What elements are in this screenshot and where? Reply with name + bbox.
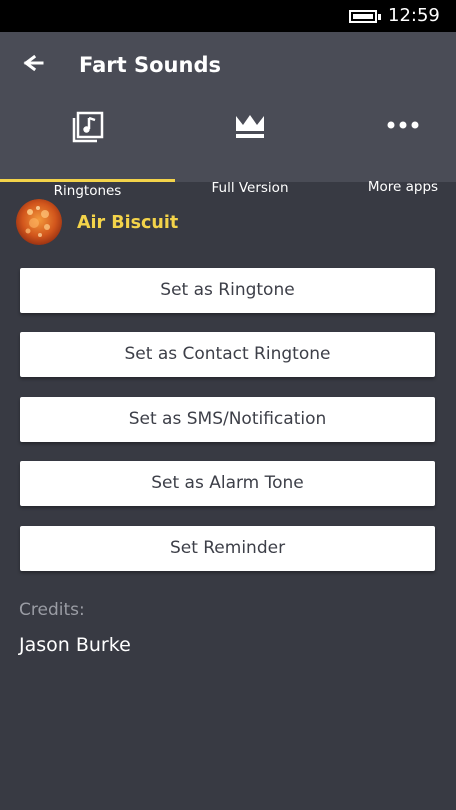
tab-more-apps[interactable]: More apps bbox=[350, 108, 456, 195]
set-reminder-button[interactable]: Set Reminder bbox=[20, 526, 435, 571]
battery-full-icon bbox=[349, 10, 377, 23]
app-header: Fart Sounds Ringtones Full Version More … bbox=[0, 32, 456, 199]
more-dots-icon bbox=[387, 121, 419, 129]
back-arrow-icon bbox=[23, 54, 44, 72]
tab-label-full-version: Full Version bbox=[211, 180, 289, 196]
crown-icon bbox=[236, 115, 264, 138]
back-button[interactable] bbox=[18, 51, 48, 75]
tab-ringtones[interactable]: Ringtones bbox=[0, 108, 175, 199]
status-time: 12:59 bbox=[388, 5, 440, 26]
set-sms-notification-button[interactable]: Set as SMS/Notification bbox=[20, 397, 435, 442]
app-title: Fart Sounds bbox=[79, 53, 221, 77]
battery-tip bbox=[378, 14, 381, 20]
credits-label: Credits: bbox=[19, 600, 85, 620]
credits-name: Jason Burke bbox=[19, 634, 131, 656]
tab-indicator bbox=[0, 179, 175, 182]
set-contact-ringtone-button[interactable]: Set as Contact Ringtone bbox=[20, 332, 435, 377]
sound-avatar bbox=[16, 199, 62, 245]
tab-label-ringtones: Ringtones bbox=[53, 183, 122, 199]
set-alarm-tone-button[interactable]: Set as Alarm Tone bbox=[20, 461, 435, 506]
tab-full-version[interactable]: Full Version bbox=[175, 108, 325, 196]
tab-label-more-apps: More apps bbox=[367, 179, 439, 195]
set-ringtone-button[interactable]: Set as Ringtone bbox=[20, 268, 435, 313]
music-library-icon bbox=[72, 111, 103, 143]
sound-title: Air Biscuit bbox=[77, 213, 179, 233]
status-bar: 12:59 bbox=[0, 0, 456, 32]
